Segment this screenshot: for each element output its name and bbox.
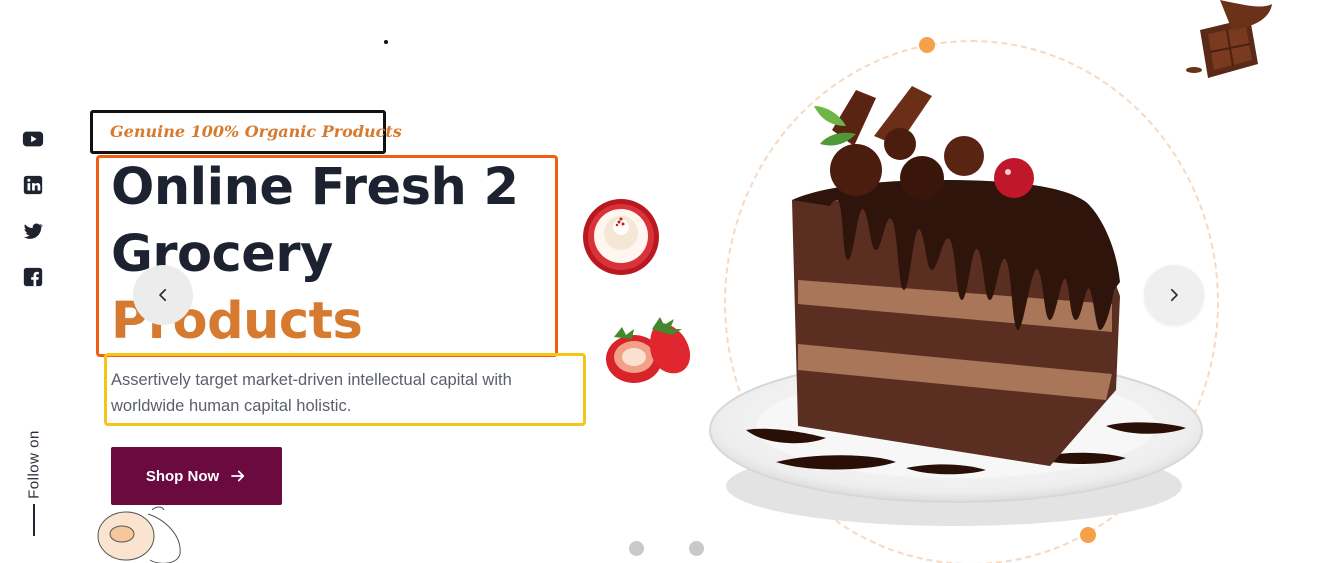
slider-next-button[interactable] <box>1144 265 1204 325</box>
hero-description: Assertively target market-driven intelle… <box>111 371 512 415</box>
chevron-right-icon <box>1170 288 1178 302</box>
hero-title-line-1: Online Fresh 2 <box>111 158 519 217</box>
strawberries-image <box>606 317 691 383</box>
orange-dot <box>919 37 935 53</box>
follow-divider <box>33 504 35 536</box>
chocolate-piece-image <box>1186 0 1272 78</box>
follow-on: Follow on <box>20 426 46 538</box>
linkedin-icon[interactable] <box>22 174 44 196</box>
slider-dot[interactable] <box>629 541 644 556</box>
chocolate-cake-image <box>709 86 1203 526</box>
arrow-right-icon <box>231 470 245 482</box>
shop-now-label: Shop Now <box>145 467 220 485</box>
twitter-icon[interactable] <box>22 220 44 242</box>
slider-dot[interactable] <box>689 541 704 556</box>
hero-tagline: Genuine 100% Organic Products <box>110 122 402 141</box>
pear-illustration <box>97 506 181 563</box>
cupcake-image <box>583 199 659 275</box>
youtube-icon[interactable] <box>22 128 44 150</box>
slider-prev-button[interactable] <box>133 265 193 325</box>
shop-now-button[interactable]: Shop Now <box>111 447 282 505</box>
chevron-left-icon <box>159 288 167 302</box>
follow-label: Follow on <box>25 430 43 499</box>
facebook-icon[interactable] <box>22 266 44 288</box>
decorative-dot <box>384 40 388 44</box>
